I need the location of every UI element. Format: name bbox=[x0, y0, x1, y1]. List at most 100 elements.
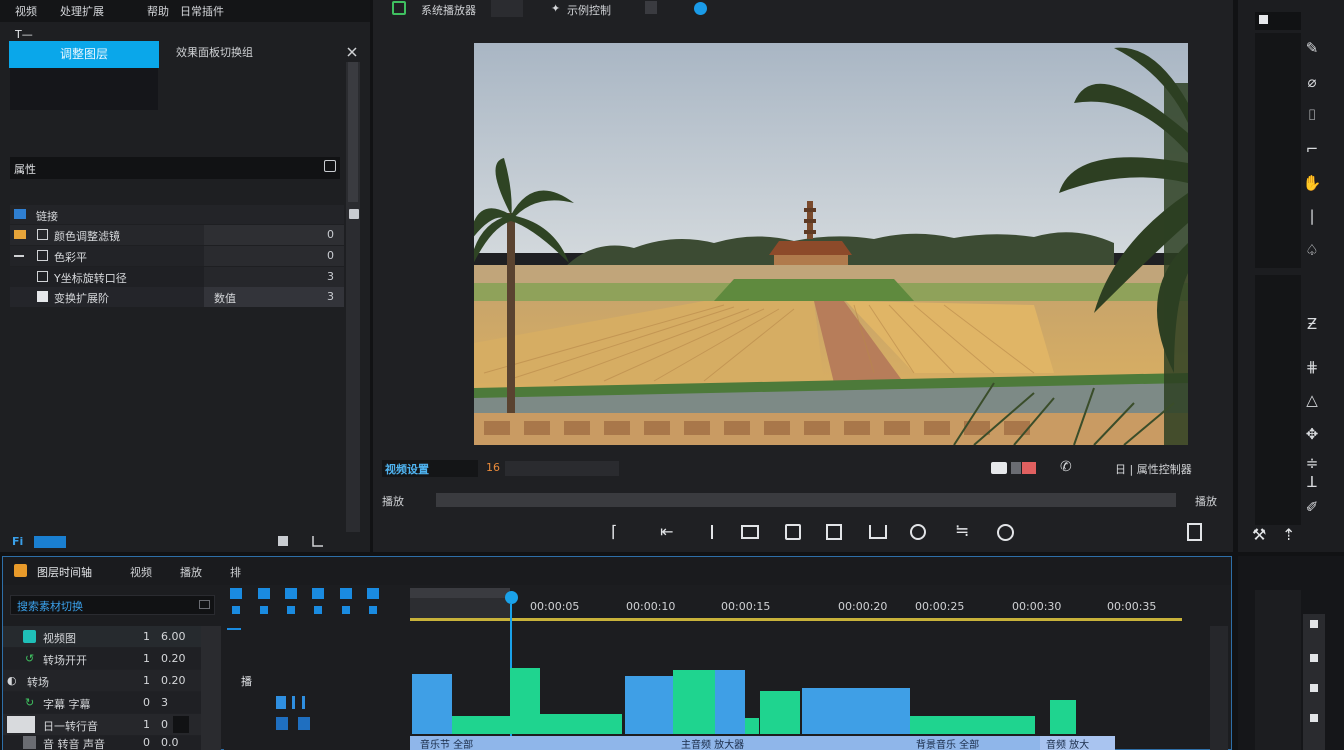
refresh-icon[interactable] bbox=[997, 524, 1014, 541]
collapse-icon[interactable] bbox=[324, 160, 336, 172]
track-row[interactable]: ◐ 转场 1 0.20 bbox=[3, 670, 201, 691]
controller-label: 日 | 属性控制器 bbox=[1115, 463, 1192, 476]
ruler-yellow-bar bbox=[410, 618, 1182, 621]
export-frame-icon[interactable] bbox=[910, 524, 926, 540]
video-clip[interactable] bbox=[715, 670, 745, 734]
scrollbar-track[interactable] bbox=[346, 62, 360, 532]
step-back-icon[interactable]: ⇤ bbox=[660, 522, 673, 541]
add-icon[interactable] bbox=[349, 209, 359, 219]
scrub-bar[interactable] bbox=[436, 493, 1176, 507]
ruler-label: 00:00:30 bbox=[1012, 600, 1062, 613]
track-header-controls[interactable] bbox=[276, 717, 336, 730]
hand-icon[interactable]: ✋ bbox=[1300, 171, 1324, 195]
tab-timeline[interactable]: 图层时间轴 bbox=[37, 564, 92, 580]
tab-video[interactable]: 视频 bbox=[130, 564, 152, 580]
divider-icon[interactable]: | bbox=[1300, 204, 1324, 228]
snapshot-icon[interactable] bbox=[1022, 462, 1036, 474]
shape-icon[interactable]: △ bbox=[1300, 388, 1324, 412]
scrub-right-label: 播放 bbox=[1195, 495, 1217, 508]
work-area-bar[interactable] bbox=[410, 588, 510, 598]
tool-label[interactable]: T— bbox=[15, 28, 33, 41]
property-row[interactable]: 变换扩展阶 数值 3 bbox=[10, 287, 344, 307]
tools-column bbox=[1255, 33, 1301, 268]
mark-in-icon[interactable]: ⌈ bbox=[611, 522, 617, 541]
brush-icon[interactable]: ⌀ bbox=[1300, 70, 1324, 94]
menu-item-process[interactable]: 处理扩展 bbox=[60, 3, 104, 19]
select-icon[interactable]: ⌐ bbox=[1300, 137, 1324, 161]
menu-item-video[interactable]: 视频 bbox=[15, 3, 37, 19]
video-clip[interactable] bbox=[1050, 700, 1076, 734]
status-slider[interactable] bbox=[505, 461, 619, 476]
panel-footer-label: Fi bbox=[12, 535, 24, 548]
video-clip[interactable] bbox=[910, 716, 1035, 734]
insert-icon[interactable] bbox=[741, 525, 759, 539]
tab-play[interactable]: 播放 bbox=[180, 564, 202, 580]
audio-clip[interactable]: 主音频 放大器 bbox=[675, 736, 910, 750]
eyedropper-icon[interactable]: ✐ bbox=[1300, 495, 1324, 519]
grid-icon[interactable]: ⋕ bbox=[1300, 355, 1324, 379]
video-clip[interactable] bbox=[760, 691, 800, 734]
audio-clip[interactable]: 音频 放大 bbox=[1040, 736, 1115, 750]
toggle-box[interactable] bbox=[645, 1, 657, 14]
search-input[interactable]: 搜索素材切换 bbox=[10, 595, 215, 615]
control-label: 示例控制 bbox=[567, 4, 611, 17]
play-icon[interactable] bbox=[826, 524, 842, 540]
scrollbar-thumb[interactable] bbox=[348, 62, 358, 202]
lift-icon[interactable]: ≒ bbox=[955, 521, 969, 541]
playhead-handle[interactable] bbox=[505, 591, 518, 604]
text-tool-icon[interactable]: ꓕ bbox=[1300, 470, 1324, 494]
monitor-icon[interactable] bbox=[392, 1, 406, 15]
property-row[interactable]: 颜色调整滤镜 0 bbox=[10, 225, 344, 245]
overwrite-icon[interactable] bbox=[785, 524, 801, 540]
timeline-tracks: 音乐节 全部 主音频 放大器 背景音乐 全部 音频 放大 bbox=[410, 626, 1210, 750]
audio-clip[interactable]: 背景音乐 全部 bbox=[910, 736, 1040, 750]
zoom-icon[interactable]: Ƶ bbox=[1300, 312, 1324, 336]
phone-icon[interactable]: ✆ bbox=[1060, 459, 1072, 475]
pointer-icon[interactable]: ⇡ bbox=[1282, 525, 1295, 544]
globe-icon[interactable] bbox=[694, 2, 707, 15]
track-header-controls[interactable] bbox=[260, 696, 360, 710]
move-icon[interactable]: ✥ bbox=[1300, 422, 1324, 446]
player-dropdown[interactable] bbox=[491, 0, 523, 17]
corner-icon[interactable] bbox=[311, 534, 325, 548]
ruler-label: 00:00:35 bbox=[1107, 600, 1157, 613]
video-frame[interactable] bbox=[474, 43, 1188, 445]
tab-sort[interactable]: 排 bbox=[230, 564, 241, 580]
video-clip[interactable] bbox=[540, 714, 622, 734]
loop-icon[interactable] bbox=[869, 525, 887, 539]
track-row[interactable]: 日一转行音 1 0 bbox=[3, 714, 201, 735]
adjustment-layer-button[interactable]: 调整图层 bbox=[9, 41, 159, 68]
bookmark-icon[interactable] bbox=[1187, 523, 1202, 541]
marker-icon[interactable] bbox=[711, 525, 713, 539]
video-clip[interactable] bbox=[452, 716, 510, 734]
drop-icon[interactable]: ♤ bbox=[1300, 238, 1324, 262]
page-icon[interactable] bbox=[278, 536, 288, 546]
video-clip[interactable] bbox=[625, 676, 673, 734]
timeline-scrollbar[interactable] bbox=[1210, 626, 1228, 750]
menu-item-help[interactable]: 帮助 bbox=[147, 3, 169, 19]
menu-item-plugins[interactable]: 日常插件 bbox=[180, 3, 224, 19]
property-row[interactable]: 色彩平 0 bbox=[10, 246, 344, 266]
close-icon[interactable] bbox=[346, 46, 358, 58]
volume-meter[interactable] bbox=[1303, 614, 1325, 750]
track-row[interactable]: ↺ 转场开开 1 0.20 bbox=[3, 648, 201, 669]
wrench-icon[interactable]: ⚒ bbox=[1252, 525, 1266, 544]
crop-icon[interactable]: ⌷ bbox=[1300, 103, 1324, 127]
track-row[interactable]: 视频图 1 6.00 bbox=[3, 626, 201, 647]
video-clip[interactable] bbox=[802, 688, 910, 734]
split-icon[interactable] bbox=[1011, 462, 1021, 474]
video-clip[interactable] bbox=[412, 674, 452, 734]
video-clip[interactable] bbox=[745, 718, 759, 734]
folder-icon bbox=[14, 230, 26, 239]
camera-icon[interactable] bbox=[991, 462, 1007, 474]
properties-header: 属性 bbox=[10, 157, 340, 179]
track-row[interactable]: 音 转音 声音 0 0.0 bbox=[3, 736, 201, 750]
track-list-scroll[interactable] bbox=[201, 626, 221, 750]
pin-icon[interactable]: ✦ bbox=[551, 2, 560, 15]
property-row[interactable]: Y坐标旋转口径 3 bbox=[10, 267, 344, 287]
track-row[interactable]: ↻ 字幕 字幕 0 3 bbox=[3, 692, 201, 713]
audio-clip[interactable]: 音乐节 全部 bbox=[410, 736, 680, 750]
checkbox-icon bbox=[37, 229, 48, 240]
video-clip[interactable] bbox=[510, 668, 540, 734]
pen-icon[interactable]: ✎ bbox=[1300, 36, 1324, 60]
